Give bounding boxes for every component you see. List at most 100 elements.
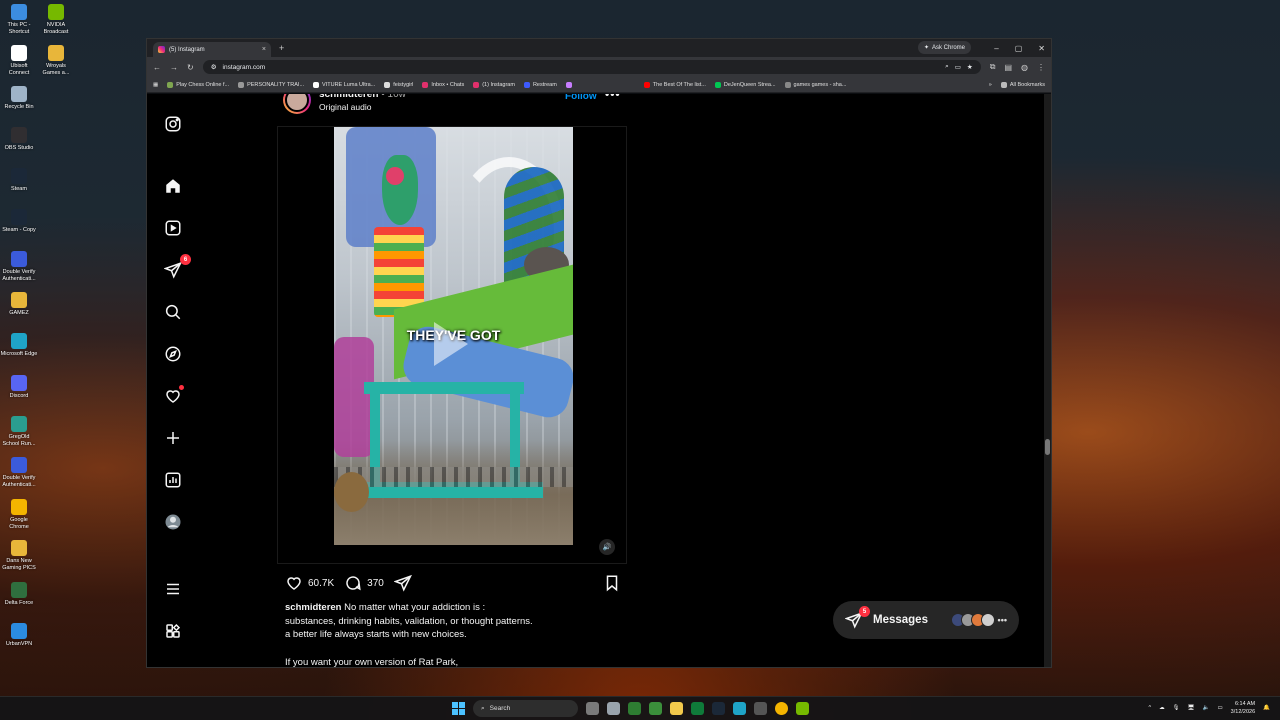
post-audio[interactable]: Original audio [319, 102, 371, 112]
create-icon[interactable] [163, 428, 183, 448]
windows-start-icon[interactable] [452, 702, 465, 715]
bookmark-star-icon[interactable]: ★ [967, 63, 973, 71]
desktop-icon[interactable]: Delta Force [0, 582, 38, 607]
save-post-icon[interactable] [603, 574, 621, 595]
bookmark-item[interactable]: games games - sha... [784, 81, 846, 88]
bookmark-item[interactable]: Play Chess Online f... [167, 81, 229, 88]
tray-overflow-icon[interactable]: ^ [1149, 705, 1152, 711]
desktop-icon[interactable]: Steam [0, 168, 38, 193]
play-icon[interactable] [434, 322, 468, 366]
close-window-button[interactable]: ✕ [1038, 44, 1045, 53]
desktop-icon[interactable]: UrbanVPN [0, 623, 38, 648]
bookmarks-overflow-icon[interactable]: » [989, 82, 992, 88]
cast-icon[interactable]: ▭ [955, 63, 961, 71]
profile-icon[interactable] [163, 512, 183, 532]
instagram-logo-icon[interactable] [163, 114, 183, 134]
comment-action[interactable]: 370 [344, 574, 384, 592]
post-media[interactable]: THEY'VE GOT 🔊 [277, 126, 627, 564]
maximize-button[interactable]: ▢ [1015, 44, 1023, 53]
all-bookmarks-button[interactable]: All Bookmarks [1000, 81, 1045, 88]
desktop-icon[interactable]: Dans New Gaming PICS [0, 540, 38, 572]
chrome-icon[interactable] [775, 702, 788, 715]
apps-icon[interactable]: ▦ [153, 82, 158, 88]
dashboard-icon[interactable] [163, 470, 183, 490]
network-icon[interactable]: 🖥 [1188, 705, 1195, 711]
menu-icon[interactable] [163, 579, 183, 599]
search-icon[interactable] [163, 302, 183, 322]
desktop-icon[interactable]: GregOld School Run... [0, 416, 38, 448]
caption-username[interactable]: schmidteren [285, 602, 342, 613]
audio-toggle-icon[interactable]: 🔊 [599, 539, 615, 555]
edge-icon[interactable] [733, 702, 746, 715]
reload-icon[interactable]: ↻ [187, 63, 194, 72]
desktop-icon[interactable]: OBS Studio [0, 127, 38, 152]
bookmark-item[interactable]: Restream [523, 81, 557, 88]
store-icon[interactable] [691, 702, 704, 715]
bookmark-item[interactable]: VITURE Luma Ultra... [313, 81, 375, 88]
forward-arrow-icon[interactable]: → [170, 63, 178, 72]
steam-icon[interactable] [712, 702, 725, 715]
bookmark-item[interactable]: Inbox • Chats [422, 81, 464, 88]
messages-pill[interactable]: 5 Messages ••• [833, 601, 1019, 639]
page-scrollbar[interactable] [1044, 94, 1051, 667]
file-explorer-icon[interactable] [670, 702, 683, 715]
bookmark-item[interactable]: feistygirl [384, 81, 413, 88]
reel-video[interactable]: THEY'VE GOT [334, 127, 573, 545]
desktop-icon[interactable]: NVIDIA Broadcast [37, 4, 75, 36]
explore-icon[interactable] [163, 344, 183, 364]
tab-instagram[interactable]: (5) Instagram × [153, 42, 271, 57]
back-arrow-icon[interactable]: ← [153, 63, 161, 72]
bookmark-item[interactable] [565, 81, 575, 88]
desktop-icon[interactable]: Recycle Bin [0, 86, 38, 111]
reels-icon[interactable] [163, 218, 183, 238]
profile-avatar-icon[interactable]: ◍ [1021, 63, 1028, 72]
desktop-icon[interactable]: Steam - Copy [0, 209, 38, 234]
arrow-app-icon[interactable] [649, 702, 662, 715]
clock[interactable]: 6:14 AM 3/12/2026 [1231, 700, 1255, 716]
bookmark-item[interactable]: The Best Of The list... [643, 81, 706, 88]
post-time[interactable]: 10w [388, 94, 406, 100]
tool-icon[interactable] [754, 702, 767, 715]
chrome-menu-icon[interactable]: ⋮ [1037, 63, 1045, 72]
desktop-icon[interactable]: Ubisoft Connect [0, 45, 38, 77]
extensions-icon[interactable]: ⧉ [990, 62, 996, 72]
cloud-icon[interactable]: ☁ [1159, 705, 1165, 711]
share-action[interactable] [393, 574, 412, 592]
minimize-button[interactable]: – [994, 44, 998, 53]
desktop-icon[interactable]: Discord [0, 375, 38, 400]
play-app-icon[interactable] [628, 702, 641, 715]
scrollbar-thumb[interactable] [1045, 439, 1050, 455]
follow-button[interactable]: Follow [565, 94, 597, 102]
mic-icon[interactable]: 🎙 [1173, 705, 1180, 711]
settings-icon[interactable] [607, 702, 620, 715]
messages-icon[interactable]: 6 [163, 254, 191, 280]
bookmark-item[interactable]: DeJenQueen Strea... [714, 81, 776, 88]
author-avatar[interactable] [283, 94, 311, 114]
address-bar[interactable]: ⚙ instagram.com ⌕ ▭ ★ [202, 60, 981, 74]
desktop-icon[interactable]: Double Verify Authenticati... [0, 251, 38, 283]
notifications-icon[interactable] [163, 385, 184, 406]
nvidia-icon[interactable] [796, 702, 809, 715]
desktop-icon[interactable]: Double Verify Authenticati... [0, 457, 38, 489]
desktop-icon[interactable]: Wroyals Games a... [37, 45, 75, 77]
battery-icon[interactable]: ▭ [1217, 705, 1222, 711]
volume-icon[interactable]: 🔈 [1203, 705, 1210, 711]
notification-bell-icon[interactable]: 🔔 [1263, 705, 1270, 711]
zoom-icon[interactable]: ⌕ [945, 63, 949, 71]
taskbar-search[interactable]: ⌕ Search [473, 700, 578, 717]
desktop-icon[interactable]: This PC - Shortcut [0, 4, 38, 36]
bookmark-item[interactable]: (1) Instagram [473, 81, 515, 88]
post-more-options-icon[interactable]: ••• [605, 94, 621, 101]
task-view-icon[interactable] [586, 702, 599, 715]
sidepanel-icon[interactable]: ▤ [1004, 63, 1012, 72]
new-tab-button[interactable]: + [279, 43, 284, 53]
like-action[interactable]: 60.7K [285, 574, 334, 592]
desktop-icon[interactable]: GAMEZ [0, 292, 38, 317]
tab-close-icon[interactable]: × [262, 46, 266, 53]
desktop-icon[interactable]: Google Chrome [0, 499, 38, 531]
bookmark-item[interactable]: PERSONALITY TRAI... [238, 81, 304, 88]
home-icon[interactable] [163, 176, 183, 196]
site-info-icon[interactable]: ⚙ [211, 63, 217, 71]
desktop-icon[interactable]: Microsoft Edge [0, 333, 38, 358]
ask-chrome-button[interactable]: ✦ Ask Chrome [917, 41, 971, 54]
